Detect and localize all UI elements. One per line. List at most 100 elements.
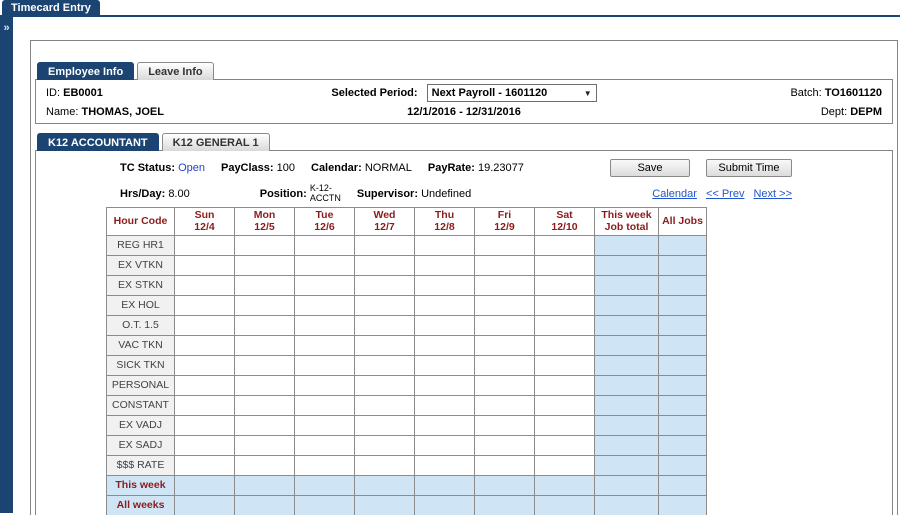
grid-entry-cell[interactable]	[535, 455, 595, 475]
grid-entry-cell[interactable]	[295, 375, 355, 395]
next-link[interactable]: Next >>	[753, 188, 792, 200]
grid-entry-cell[interactable]	[475, 275, 535, 295]
grid-entry-cell[interactable]	[175, 235, 235, 255]
grid-entry-cell[interactable]	[415, 335, 475, 355]
grid-entry-cell[interactable]	[415, 455, 475, 475]
grid-entry-cell[interactable]	[235, 335, 295, 355]
grid-entry-cell[interactable]	[175, 415, 235, 435]
grid-entry-cell[interactable]	[415, 435, 475, 455]
grid-entry-cell[interactable]	[355, 255, 415, 275]
grid-entry-cell[interactable]	[295, 295, 355, 315]
grid-entry-cell[interactable]	[535, 315, 595, 335]
grid-entry-cell[interactable]	[295, 355, 355, 375]
grid-entry-cell[interactable]	[475, 315, 535, 335]
grid-entry-cell[interactable]	[535, 335, 595, 355]
grid-entry-cell[interactable]	[475, 395, 535, 415]
grid-entry-cell[interactable]	[295, 275, 355, 295]
grid-entry-cell[interactable]	[535, 415, 595, 435]
grid-entry-cell[interactable]	[235, 255, 295, 275]
grid-entry-cell[interactable]	[535, 295, 595, 315]
grid-entry-cell[interactable]	[235, 395, 295, 415]
calendar-link[interactable]: Calendar	[652, 188, 697, 200]
grid-entry-cell[interactable]	[295, 255, 355, 275]
sidebar-expand-icon[interactable]: »	[0, 17, 13, 34]
grid-entry-cell[interactable]	[175, 335, 235, 355]
selected-period-select[interactable]: Next Payroll - 1601120 ▼	[427, 84, 597, 102]
tab-k12-accountant[interactable]: K12 ACCOUNTANT	[37, 133, 159, 151]
grid-entry-cell[interactable]	[355, 335, 415, 355]
grid-entry-cell[interactable]	[295, 395, 355, 415]
job-timecard-panel: TC Status: Open PayClass: 100 Calendar: …	[35, 150, 893, 515]
hour-code-row: EX VTKN	[107, 255, 707, 275]
save-button[interactable]: Save	[610, 159, 690, 177]
grid-entry-cell[interactable]	[355, 235, 415, 255]
grid-entry-cell[interactable]	[415, 275, 475, 295]
grid-entry-cell[interactable]	[235, 315, 295, 335]
grid-entry-cell[interactable]	[175, 375, 235, 395]
grid-entry-cell[interactable]	[235, 295, 295, 315]
grid-entry-cell[interactable]	[535, 375, 595, 395]
grid-entry-cell[interactable]	[475, 415, 535, 435]
grid-entry-cell[interactable]	[475, 335, 535, 355]
submit-time-button[interactable]: Submit Time	[706, 159, 792, 177]
grid-entry-cell[interactable]	[235, 375, 295, 395]
grid-entry-cell[interactable]	[295, 335, 355, 355]
grid-entry-cell[interactable]	[355, 435, 415, 455]
grid-entry-cell[interactable]	[235, 435, 295, 455]
tab-timecard-entry[interactable]: Timecard Entry	[2, 0, 100, 17]
grid-entry-cell[interactable]	[175, 455, 235, 475]
tab-k12-general-1[interactable]: K12 GENERAL 1	[162, 133, 270, 151]
grid-entry-cell[interactable]	[535, 395, 595, 415]
grid-entry-cell[interactable]	[175, 395, 235, 415]
grid-entry-cell[interactable]	[415, 395, 475, 415]
grid-entry-cell[interactable]	[355, 455, 415, 475]
grid-entry-cell[interactable]	[415, 295, 475, 315]
grid-entry-cell[interactable]	[355, 275, 415, 295]
grid-entry-cell[interactable]	[295, 455, 355, 475]
grid-entry-cell[interactable]	[415, 255, 475, 275]
grid-entry-cell[interactable]	[475, 435, 535, 455]
grid-entry-cell[interactable]	[415, 235, 475, 255]
tab-leave-info[interactable]: Leave Info	[137, 62, 213, 80]
grid-entry-cell[interactable]	[175, 275, 235, 295]
grid-entry-cell[interactable]	[475, 255, 535, 275]
grid-entry-cell[interactable]	[175, 355, 235, 375]
grid-entry-cell[interactable]	[535, 255, 595, 275]
grid-entry-cell[interactable]	[175, 315, 235, 335]
grid-entry-cell[interactable]	[295, 415, 355, 435]
grid-entry-cell[interactable]	[475, 355, 535, 375]
grid-entry-cell[interactable]	[475, 375, 535, 395]
period-range: 12/1/2016 - 12/31/2016	[331, 106, 596, 118]
grid-entry-cell[interactable]	[415, 355, 475, 375]
grid-entry-cell[interactable]	[175, 435, 235, 455]
grid-entry-cell[interactable]	[535, 355, 595, 375]
grid-entry-cell[interactable]	[415, 375, 475, 395]
grid-entry-cell[interactable]	[175, 295, 235, 315]
grid-entry-cell[interactable]	[295, 315, 355, 335]
grid-entry-cell[interactable]	[415, 415, 475, 435]
prev-link[interactable]: << Prev	[706, 188, 745, 200]
grid-entry-cell[interactable]	[355, 395, 415, 415]
grid-entry-cell[interactable]	[235, 235, 295, 255]
grid-entry-cell[interactable]	[355, 415, 415, 435]
tab-employee-info[interactable]: Employee Info	[37, 62, 134, 80]
grid-entry-cell[interactable]	[235, 415, 295, 435]
grid-entry-cell[interactable]	[295, 435, 355, 455]
grid-entry-cell[interactable]	[415, 315, 475, 335]
grid-entry-cell[interactable]	[355, 355, 415, 375]
grid-entry-cell[interactable]	[175, 255, 235, 275]
grid-entry-cell[interactable]	[535, 235, 595, 255]
grid-entry-cell[interactable]	[535, 435, 595, 455]
grid-entry-cell[interactable]	[355, 375, 415, 395]
all-jobs-cell	[659, 315, 707, 335]
grid-entry-cell[interactable]	[355, 295, 415, 315]
grid-entry-cell[interactable]	[475, 295, 535, 315]
grid-entry-cell[interactable]	[475, 455, 535, 475]
grid-entry-cell[interactable]	[475, 235, 535, 255]
grid-entry-cell[interactable]	[355, 315, 415, 335]
grid-entry-cell[interactable]	[295, 235, 355, 255]
grid-entry-cell[interactable]	[235, 275, 295, 295]
grid-entry-cell[interactable]	[235, 455, 295, 475]
grid-entry-cell[interactable]	[535, 275, 595, 295]
grid-entry-cell[interactable]	[235, 355, 295, 375]
